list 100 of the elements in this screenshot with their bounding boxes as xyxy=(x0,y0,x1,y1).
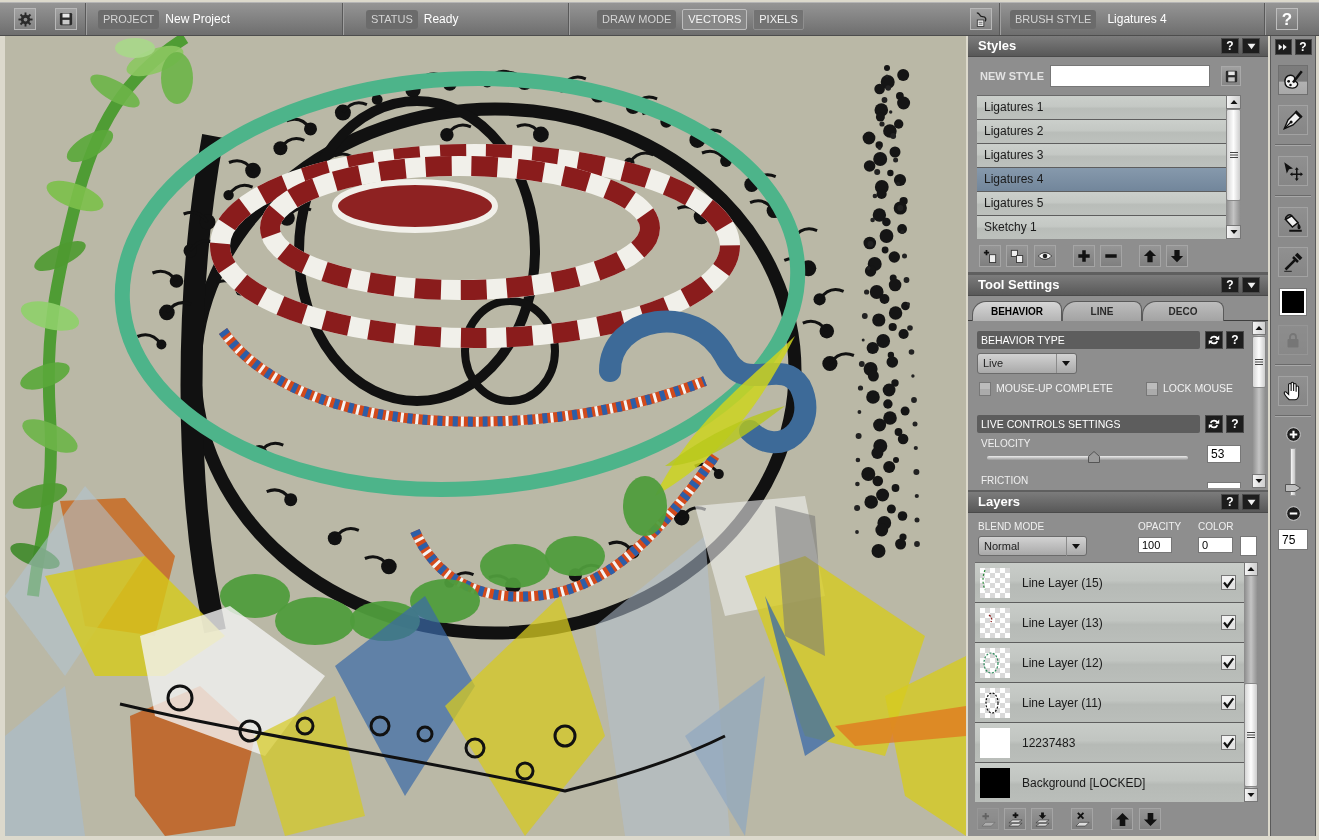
help-button[interactable]: ? xyxy=(1221,277,1239,293)
layer-list-item[interactable]: Line Layer (13) xyxy=(975,603,1244,643)
two-pages-icon xyxy=(1010,249,1024,263)
transform-tool-button[interactable] xyxy=(1278,156,1308,186)
collapse-button[interactable] xyxy=(1242,277,1260,293)
layer-list-item[interactable]: Line Layer (15) xyxy=(975,563,1244,603)
hand-tool-button[interactable] xyxy=(1278,376,1308,406)
color-swatch[interactable] xyxy=(1240,536,1257,556)
style-list-item[interactable]: Ligatures 2 xyxy=(977,120,1226,144)
zoom-out-button[interactable] xyxy=(1285,506,1301,521)
reset-button[interactable] xyxy=(1205,331,1223,349)
scrollbar-thumb[interactable] xyxy=(1244,683,1258,787)
tab[interactable]: BEHAVIOR xyxy=(972,301,1062,321)
eyedropper-tool-button[interactable] xyxy=(1278,247,1308,277)
blend-mode-dropdown[interactable]: Normal xyxy=(978,536,1087,556)
visibility-checkbox[interactable] xyxy=(1221,695,1236,710)
visibility-checkbox[interactable] xyxy=(1221,615,1236,630)
draw-mode-label: DRAW MODE xyxy=(597,9,677,29)
visibility-checkbox[interactable] xyxy=(1221,735,1236,750)
move-up-button[interactable] xyxy=(1111,808,1133,830)
opacity-field[interactable]: 100 xyxy=(1138,537,1172,553)
tab[interactable]: DECO xyxy=(1142,301,1224,321)
zoom-in-button[interactable] xyxy=(1285,427,1301,442)
color-field[interactable]: 0 xyxy=(1198,537,1233,553)
visibility-checkbox[interactable] xyxy=(1221,575,1236,590)
style-list-item[interactable]: Ligatures 4 xyxy=(977,168,1226,192)
style-list-item[interactable]: Sketchy 1 xyxy=(977,216,1226,239)
add-button[interactable] xyxy=(1073,245,1095,267)
refresh-icon xyxy=(1208,334,1220,346)
scrollbar-thumb[interactable] xyxy=(1252,336,1266,388)
collapse-button[interactable] xyxy=(1242,38,1260,54)
help-button[interactable]: ? xyxy=(1226,331,1244,349)
layer-name: Line Layer (12) xyxy=(1022,654,1103,672)
grip-icon xyxy=(1229,152,1238,158)
style-list-item[interactable]: Ligatures 1 xyxy=(977,96,1226,120)
fast-forward-icon xyxy=(1278,42,1288,52)
plus-layer-icon xyxy=(980,811,996,827)
collapse-button[interactable] xyxy=(1242,494,1260,510)
new-style-field[interactable] xyxy=(1050,65,1210,87)
merge-down-button[interactable] xyxy=(1031,808,1053,830)
scroll-up-button[interactable] xyxy=(1244,562,1258,576)
visibility-checkbox[interactable] xyxy=(1221,655,1236,670)
help-button[interactable]: ? xyxy=(1221,38,1239,54)
triangle-down-icon xyxy=(1246,497,1256,507)
refresh-icon xyxy=(1208,417,1220,430)
zoom-in-icon xyxy=(1285,427,1301,442)
save-button[interactable] xyxy=(55,8,77,30)
fill-tool-button[interactable] xyxy=(1278,207,1308,237)
duplicate-style-button[interactable] xyxy=(1006,245,1028,267)
draw-mode-button[interactable]: PIXELS xyxy=(753,8,804,30)
help-button[interactable]: ? xyxy=(1226,414,1244,433)
style-list-item[interactable]: Ligatures 3 xyxy=(977,144,1226,168)
settings-button[interactable] xyxy=(14,8,36,30)
value-field[interactable] xyxy=(1207,481,1241,488)
layer-name: Line Layer (13) xyxy=(1022,614,1103,632)
reset-button[interactable] xyxy=(1205,414,1223,433)
brush-file-button[interactable] xyxy=(970,8,992,30)
layer-list-item[interactable]: 12237483 xyxy=(975,723,1244,763)
save-style-button[interactable] xyxy=(1221,66,1241,86)
zoom-slider-thumb[interactable] xyxy=(1285,483,1301,494)
value-field[interactable]: 53 xyxy=(1207,444,1241,463)
help-button[interactable]: ? xyxy=(1294,39,1312,55)
move-up-button[interactable] xyxy=(1139,245,1161,267)
project-name: New Project xyxy=(165,11,231,28)
scroll-down-button[interactable] xyxy=(1252,474,1266,488)
new-style-button[interactable] xyxy=(979,245,1001,267)
page-plus-icon xyxy=(983,249,997,263)
scroll-down-button[interactable] xyxy=(1244,788,1258,802)
brush-tool-button[interactable] xyxy=(1278,65,1308,95)
behavior-type-dropdown[interactable]: Live xyxy=(977,353,1077,374)
layer-list-item[interactable]: Background [LOCKED] xyxy=(975,763,1244,802)
tab[interactable]: LINE xyxy=(1062,301,1142,321)
layer-list-item[interactable]: Line Layer (12) xyxy=(975,643,1244,683)
checkbox[interactable] xyxy=(1146,381,1158,396)
plus-layers-icon xyxy=(1007,811,1023,827)
help-button[interactable]: ? xyxy=(1221,494,1239,510)
move-down-button[interactable] xyxy=(1139,808,1161,830)
triangle-down-icon xyxy=(1246,41,1256,51)
blend-mode-label: BLEND MODE xyxy=(978,521,1046,532)
remove-button[interactable] xyxy=(1100,245,1122,267)
slider-thumb[interactable] xyxy=(1087,450,1100,463)
scroll-down-button[interactable] xyxy=(1226,225,1241,239)
pen-tool-button[interactable] xyxy=(1278,105,1308,135)
add-layer-button[interactable] xyxy=(1004,808,1026,830)
grip-icon xyxy=(1255,359,1263,365)
paint-bucket-icon xyxy=(1283,212,1303,232)
expand-button[interactable] xyxy=(1274,39,1292,55)
scroll-up-button[interactable] xyxy=(1252,321,1266,335)
delete-layer-button[interactable] xyxy=(1071,808,1093,830)
move-down-button[interactable] xyxy=(1166,245,1188,267)
layer-list-item[interactable]: Line Layer (11) xyxy=(975,683,1244,723)
scroll-up-button[interactable] xyxy=(1226,95,1241,109)
preview-button[interactable] xyxy=(1034,245,1056,267)
down-triangle-icon xyxy=(1229,228,1238,236)
style-list-item[interactable]: Ligatures 5 xyxy=(977,192,1226,216)
checkbox-label: LOCK MOUSE xyxy=(1163,381,1233,396)
x-layer-icon xyxy=(1074,811,1090,827)
checkbox[interactable] xyxy=(979,381,991,396)
scrollbar-thumb[interactable] xyxy=(1226,109,1241,201)
zoom-field[interactable]: 75 xyxy=(1278,529,1308,550)
